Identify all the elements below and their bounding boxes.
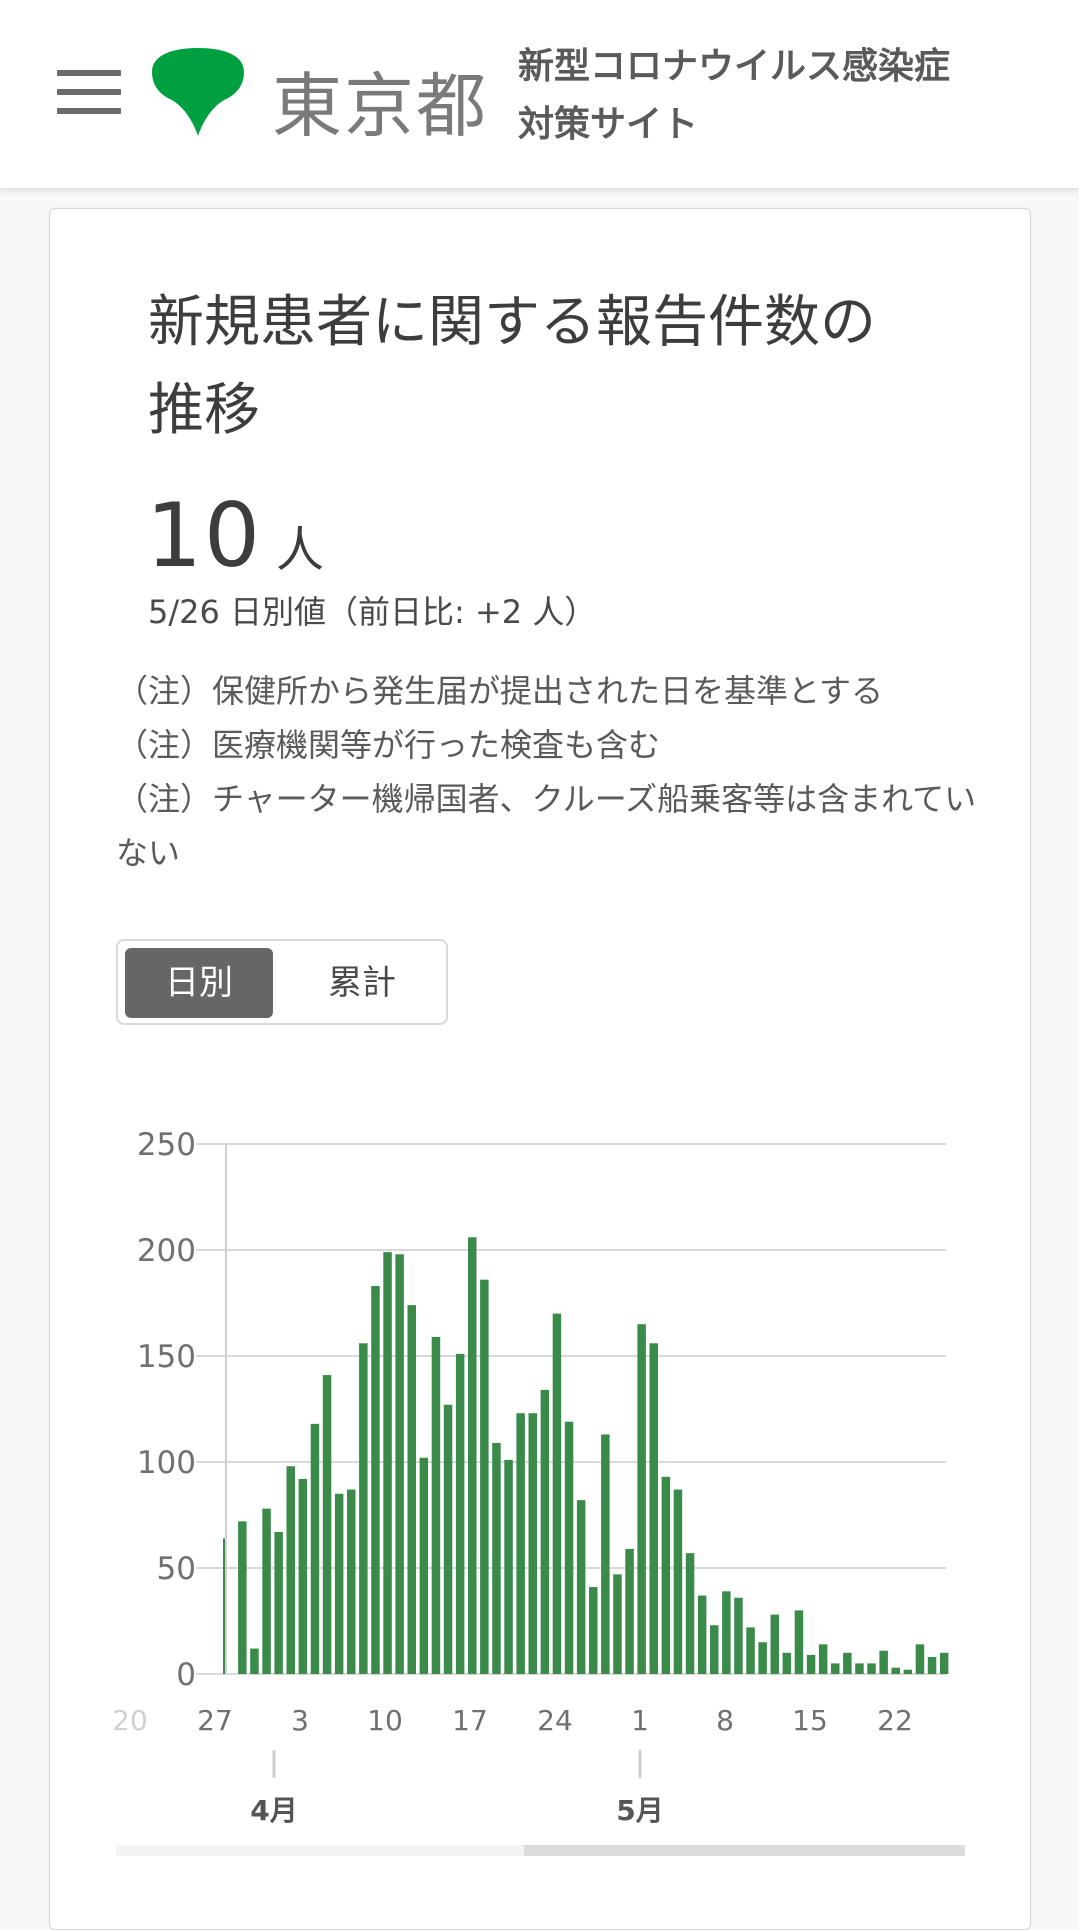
bar [831,1663,840,1674]
x-tick-label: 15 [792,1704,828,1737]
y-tick-label: 200 [137,1233,196,1269]
bar [262,1508,271,1674]
bar [419,1457,429,1674]
bar [722,1591,731,1674]
chart-scrollbar[interactable] [116,1845,965,1856]
bar [576,1500,586,1674]
bar [480,1279,489,1674]
y-tick-label: 250 [137,1127,196,1163]
bar [286,1466,295,1674]
bar [818,1644,828,1674]
bar [564,1421,574,1674]
bar [746,1627,755,1674]
x-tick-label: 24 [537,1704,573,1737]
bar [516,1413,525,1674]
bar [383,1252,392,1674]
bar [685,1553,695,1674]
bar [371,1286,380,1674]
x-tick-label: 8 [716,1704,734,1737]
x-tick-label: 22 [877,1704,913,1737]
bar [528,1413,537,1674]
x-tick-label: 17 [452,1704,488,1737]
bar [223,1538,225,1674]
bar [867,1663,876,1674]
bar [734,1597,743,1674]
y-tick-label: 150 [137,1339,196,1375]
bar [250,1648,259,1674]
bar [468,1237,477,1674]
bar [879,1650,888,1674]
x-tick-label: 20 [112,1704,148,1737]
bar [552,1313,562,1674]
bar [492,1442,501,1674]
x-tick-label: 10 [367,1704,403,1737]
bar [939,1652,949,1674]
x-tick-label: 3 [291,1704,309,1737]
bar [637,1324,646,1674]
bar [443,1404,453,1674]
bar [782,1652,792,1674]
bar [322,1375,332,1674]
bar [310,1423,320,1674]
bar [625,1548,634,1674]
x-tick-label: 27 [197,1704,233,1737]
bar [334,1493,344,1674]
bar [661,1476,671,1674]
bar [540,1389,550,1674]
y-tick-label: 0 [176,1657,196,1693]
month-label: 5月 [616,1794,663,1827]
bar [649,1343,658,1674]
bar [298,1478,308,1674]
bar [903,1669,913,1674]
bar [395,1254,404,1674]
bar [589,1587,598,1674]
scrollbar-thumb[interactable] [524,1845,965,1856]
bar [601,1434,610,1674]
bar [455,1353,465,1674]
bar [504,1459,513,1674]
y-tick-label: 50 [157,1551,196,1587]
bar [359,1343,368,1674]
x-tick-label: 1 [631,1704,649,1737]
bar [770,1614,779,1674]
bar [927,1657,937,1674]
bar [806,1654,816,1674]
bar [915,1644,925,1674]
bar [407,1305,416,1674]
bar [347,1489,356,1674]
bar [710,1625,719,1674]
bar [431,1336,441,1674]
bar [613,1574,622,1674]
bar [274,1531,283,1674]
bar [758,1642,767,1674]
bar [855,1663,864,1674]
bar-chart: 0 50 100 150 200 250 20 27 3 10 17 24 1 8 15 22 4月 5月 [112,1127,949,1827]
bar [794,1610,804,1674]
bar [697,1595,707,1674]
month-label: 4月 [250,1794,297,1827]
bar [843,1652,852,1674]
bar [238,1521,247,1674]
bar [891,1667,900,1674]
bar [673,1489,683,1674]
y-tick-label: 100 [137,1445,196,1481]
